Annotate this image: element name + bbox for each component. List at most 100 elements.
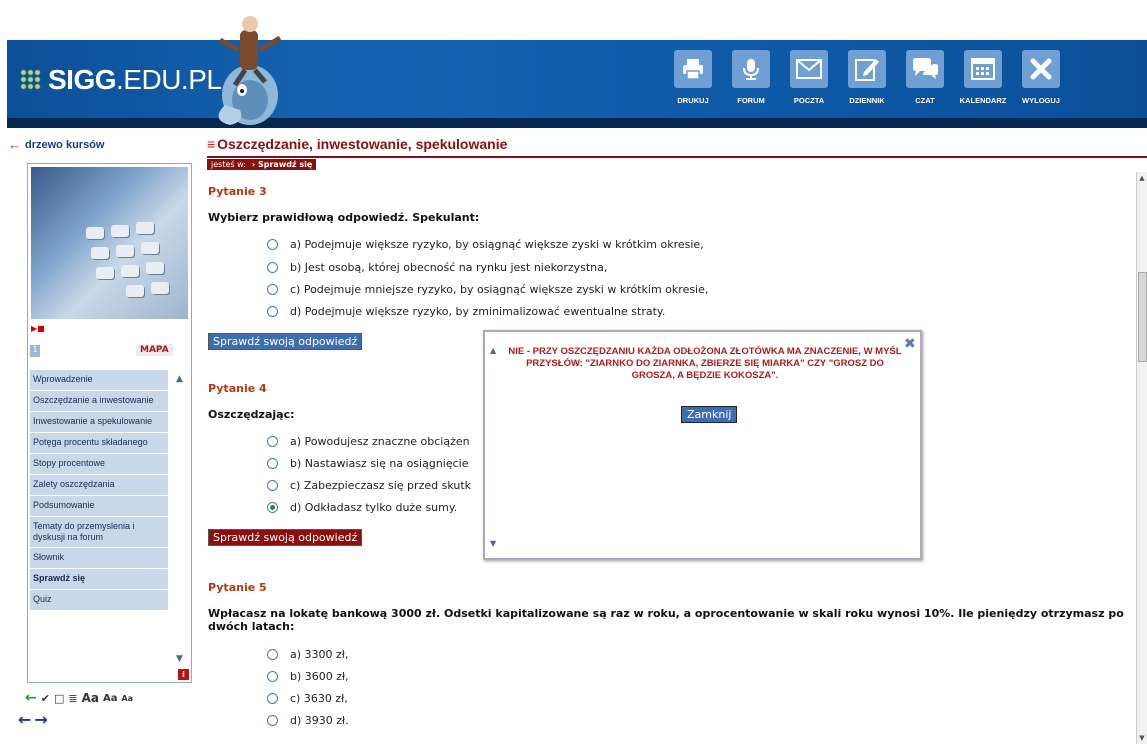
radio-button[interactable]	[267, 480, 278, 491]
print-button[interactable]: DRUKUJ	[664, 50, 722, 105]
sidebar-item-interest-rates[interactable]: Stopy procentowe	[30, 454, 168, 475]
page-nav-arrows: ←→	[18, 710, 51, 729]
document-icon[interactable]: ≣	[68, 692, 77, 705]
notepad-icon	[848, 50, 886, 88]
sidebar-item-summary[interactable]: Podsumowanie	[30, 496, 168, 517]
course-tree-label: drzewo kursów	[25, 138, 105, 151]
header: SIGG.EDU.PL DRUKUJ FORUM POCZTA DZIENNIK…	[0, 0, 1147, 130]
sidebar-item-intro[interactable]: Wprowadzenie	[30, 370, 168, 391]
chat-label: CZAT	[915, 96, 935, 105]
check-icon[interactable]: ✔	[41, 692, 50, 705]
toolbar: DRUKUJ FORUM POCZTA DZIENNIK CZAT KALEND…	[664, 50, 1070, 105]
font-medium-button[interactable]: Aa	[103, 693, 118, 704]
radio-button[interactable]	[267, 671, 278, 682]
printer-icon	[674, 50, 712, 88]
title-marker-icon: ≡	[207, 136, 216, 152]
question-3-option-d[interactable]: d) Podejmuje większe ryzyko, by zminimal…	[267, 305, 665, 318]
envelope-icon	[790, 50, 828, 88]
check-answer-button[interactable]: Sprawdź swoją odpowiedź	[208, 529, 363, 546]
question-3-option-b[interactable]: b) Jest osobą, której obecność na rynku …	[267, 261, 607, 274]
map-button[interactable]: MAPA	[136, 344, 173, 356]
font-small-button[interactable]: Aa	[121, 694, 133, 703]
sidebar-item-compound-interest[interactable]: Potęga procentu składanego	[30, 433, 168, 454]
sidebar-item-glossary[interactable]: Słownik	[30, 548, 168, 569]
question-4-option-a[interactable]: a) Powodujesz znaczne obciążen	[267, 435, 470, 448]
info-icon[interactable]: i	[178, 669, 189, 680]
calendar-button[interactable]: KALENDARZ	[954, 50, 1012, 105]
radio-button[interactable]	[267, 715, 278, 726]
question-4-title: Pytanie 4	[208, 382, 267, 395]
popup-message: NIE - PRZY OSZCZĘDZANIU KAŻDA ODŁOŻONA Z…	[508, 346, 902, 381]
question-3-text: Wybierz prawidłową odpowiedź. Spekulant:	[208, 211, 480, 224]
left-sidebar: ← drzewo kursów ▶■ 1 MAPA Wprowadzenie O…	[8, 130, 198, 744]
scroll-up-icon[interactable]: ▲	[176, 374, 183, 384]
forum-label: FORUM	[737, 96, 765, 105]
radio-button[interactable]	[267, 649, 278, 660]
page-title: ≡ Oszczędzanie, inwestowanie, spekulowani…	[207, 136, 508, 152]
font-large-button[interactable]: Aa	[82, 691, 99, 705]
popup-scroll-down-icon[interactable]: ▼	[490, 539, 496, 548]
sidebar-item-saving-investing[interactable]: Oszczędzanie a inwestowanie	[30, 391, 168, 412]
check-answer-button[interactable]: Sprawdź swoją odpowiedź	[208, 333, 363, 350]
print-label: DRUKUJ	[677, 96, 709, 105]
scroll-down-icon[interactable]: ▼	[176, 654, 183, 664]
question-5-option-b[interactable]: b) 3600 zł,	[267, 670, 349, 683]
scroll-down-arrow-icon[interactable]: ▼	[1137, 734, 1147, 742]
popup-scroll-up-icon[interactable]: ▲	[490, 346, 496, 355]
course-tree-link[interactable]: ← drzewo kursów	[8, 137, 104, 152]
notebook-icon[interactable]: □	[54, 692, 64, 705]
radio-button[interactable]	[267, 693, 278, 704]
bottom-toolbar: ← ✔ □ ≣ Aa Aa Aa	[25, 690, 133, 706]
microphone-icon	[732, 50, 770, 88]
calendar-icon	[964, 50, 1002, 88]
radio-button[interactable]	[267, 458, 278, 469]
map-row: 1 MAPA	[28, 344, 191, 360]
question-5-option-c[interactable]: c) 3630 zł,	[267, 692, 348, 705]
next-page-icon[interactable]: →	[34, 710, 50, 729]
question-4-option-d[interactable]: d) Odkładasz tylko duże sumy.	[267, 501, 457, 514]
media-play-icon[interactable]: ▶■	[31, 324, 45, 333]
logout-label: WYLOGUJ	[1022, 96, 1060, 105]
chat-button[interactable]: CZAT	[896, 50, 954, 105]
mail-button[interactable]: POCZTA	[780, 50, 838, 105]
content-scrollbar[interactable]: ▲ ▼	[1136, 172, 1147, 744]
sidebar-item-quiz[interactable]: Quiz	[30, 590, 168, 611]
question-5-text: Wpłacasz na lokatę bankową 3000 zł. Odse…	[208, 607, 1124, 633]
question-4-option-b[interactable]: b) Nastawiasz się na osiągnięcie	[267, 457, 469, 470]
question-3-option-a[interactable]: a) Podejmuje większe ryzyko, by osiągnąć…	[267, 238, 704, 251]
radio-button[interactable]	[267, 284, 278, 295]
sidebar-item-self-test[interactable]: Sprawdź się	[30, 569, 168, 590]
forum-button[interactable]: FORUM	[722, 50, 780, 105]
radio-button-selected[interactable]	[267, 502, 278, 513]
radio-button[interactable]	[267, 436, 278, 447]
question-3-title: Pytanie 3	[208, 185, 267, 198]
scroll-up-arrow-icon[interactable]: ▲	[1137, 174, 1147, 182]
popup-close-button[interactable]: Zamknij	[681, 406, 738, 423]
arrow-left-icon: ←	[8, 137, 21, 152]
question-5-option-d[interactable]: d) 3930 zł.	[267, 714, 349, 727]
sidebar-item-forum-topics[interactable]: Tematy do przemyslenia i dyskusji na for…	[30, 517, 168, 548]
radio-button[interactable]	[267, 262, 278, 273]
logo-dots-icon	[20, 69, 42, 91]
breadcrumb-current[interactable]: › Sprawdź się	[252, 160, 312, 169]
question-4-option-c[interactable]: c) Zabezpieczasz się przed skutk	[267, 479, 471, 492]
radio-button[interactable]	[267, 239, 278, 250]
scrollbar-thumb[interactable]	[1138, 272, 1147, 362]
mail-label: POCZTA	[793, 96, 825, 105]
question-5-option-a[interactable]: a) 3300 zł,	[267, 648, 348, 661]
question-5-title: Pytanie 5	[208, 581, 267, 594]
sidebar-item-investing-speculating[interactable]: Inwestowanie a spekulowanie	[30, 412, 168, 433]
question-3-option-c[interactable]: c) Podejmuje mniejsze ryzyko, by osiągną…	[267, 283, 708, 296]
radio-button[interactable]	[267, 306, 278, 317]
calendar-label: KALENDARZ	[959, 96, 1007, 105]
journal-button[interactable]: DZIENNIK	[838, 50, 896, 105]
page-number: 1	[30, 345, 40, 357]
mascot-illustration	[218, 16, 282, 125]
header-bottom-stripe	[7, 118, 1147, 128]
back-arrow-icon[interactable]: ←	[25, 690, 37, 706]
sidebar-item-saving-benefits[interactable]: Zalety oszczędzania	[30, 475, 168, 496]
logout-button[interactable]: WYLOGUJ	[1012, 50, 1070, 105]
close-icon[interactable]: ✖	[904, 336, 916, 352]
prev-page-icon[interactable]: ←	[18, 710, 34, 729]
feedback-popup: ▲ ✖ NIE - PRZY OSZCZĘDZANIU KAŻDA ODŁOŻO…	[483, 330, 922, 560]
